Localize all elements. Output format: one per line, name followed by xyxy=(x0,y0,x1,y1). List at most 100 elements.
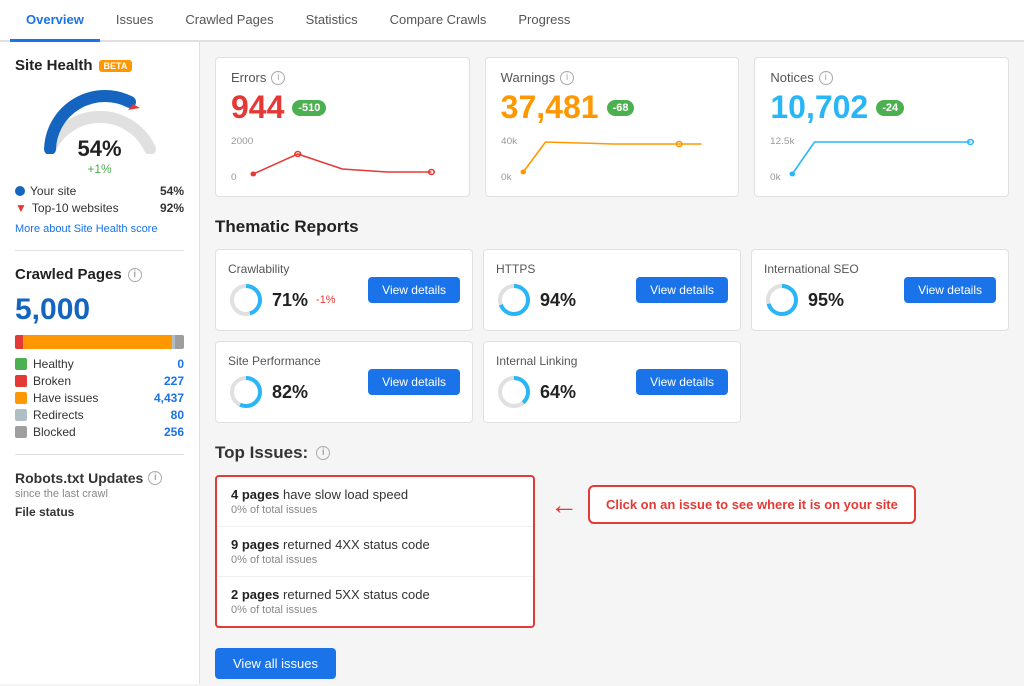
top10-arrow-icon: ▼ xyxy=(15,201,27,215)
site-performance-view-btn[interactable]: View details xyxy=(368,369,460,395)
annotation-arrow-icon: ← xyxy=(550,489,578,521)
svg-text:0k: 0k xyxy=(501,172,512,182)
crawled-pages-info-icon[interactable]: i xyxy=(128,268,142,282)
thematic-site-performance: Site Performance 82% View details xyxy=(215,341,473,423)
notices-badge: -24 xyxy=(876,100,904,116)
international-seo-donut xyxy=(764,282,800,318)
top-issues-info-icon[interactable]: i xyxy=(316,446,330,460)
tab-overview[interactable]: Overview xyxy=(10,0,100,42)
metrics-row: Errors i 944 -510 2000 0 xyxy=(215,57,1009,197)
thematic-crawlability: Crawlability 71% -1% View details xyxy=(215,249,473,331)
divider-1 xyxy=(15,250,184,251)
healthy-color xyxy=(15,358,27,370)
legend-have-issues: Have issues 4,437 xyxy=(15,391,184,405)
notices-label: Notices i xyxy=(770,70,993,85)
bar-issues xyxy=(23,335,173,349)
crawlability-view-btn[interactable]: View details xyxy=(368,277,460,303)
warnings-value: 37,481 -68 xyxy=(501,89,724,126)
site-health-title: Site Health BETA xyxy=(15,57,184,74)
errors-chart: 2000 0 xyxy=(231,134,454,184)
thematic-grid: Crawlability 71% -1% View details xyxy=(215,249,1009,423)
more-site-health-link[interactable]: More about Site Health score xyxy=(15,223,184,235)
legend-redirects: Redirects 80 xyxy=(15,408,184,422)
issues-list-container: 4 pages have slow load speed 0% of total… xyxy=(215,475,535,679)
svg-text:2000: 2000 xyxy=(231,136,253,146)
arrow-annotation: ← Click on an issue to see where it is o… xyxy=(550,485,916,524)
tab-issues[interactable]: Issues xyxy=(100,0,170,42)
legend-broken: Broken 227 xyxy=(15,374,184,388)
robots-info-icon[interactable]: i xyxy=(148,471,162,485)
gauge-change: +1% xyxy=(77,162,121,176)
warnings-card: Warnings i 37,481 -68 40k 0k xyxy=(485,57,740,197)
issues-row: 4 pages have slow load speed 0% of total… xyxy=(215,475,1009,679)
errors-badge: -510 xyxy=(292,100,326,116)
crawled-legend: Healthy 0 Broken 227 Have issues 4,437 R… xyxy=(15,357,184,439)
issue-item-1[interactable]: 4 pages have slow load speed 0% of total… xyxy=(217,477,533,527)
redirects-color xyxy=(15,409,27,421)
tab-compare-crawls[interactable]: Compare Crawls xyxy=(374,0,503,42)
thematic-reports-title: Thematic Reports xyxy=(215,217,1009,237)
warnings-info-icon[interactable]: i xyxy=(560,71,574,85)
robots-subtitle: since the last crawl xyxy=(15,488,184,500)
svg-text:0: 0 xyxy=(231,172,237,182)
https-donut xyxy=(496,282,532,318)
main-content: Errors i 944 -510 2000 0 xyxy=(200,42,1024,684)
thematic-internal-linking: Internal Linking 64% View details xyxy=(483,341,741,423)
top-issues-section: Top Issues: i 4 pages have slow load spe… xyxy=(215,443,1009,679)
tab-statistics[interactable]: Statistics xyxy=(290,0,374,42)
blocked-color xyxy=(15,426,27,438)
notices-card: Notices i 10,702 -24 12.5k 0k xyxy=(754,57,1009,197)
view-all-issues-btn[interactable]: View all issues xyxy=(215,648,336,679)
warnings-badge: -68 xyxy=(607,100,635,116)
site-performance-donut xyxy=(228,374,264,410)
top-issues-header: Top Issues: i xyxy=(215,443,1009,463)
thematic-https: HTTPS 94% View details xyxy=(483,249,741,331)
issue-item-3[interactable]: 2 pages returned 5XX status code 0% of t… xyxy=(217,577,533,626)
internal-linking-donut xyxy=(496,374,532,410)
https-view-btn[interactable]: View details xyxy=(636,277,728,303)
your-site-dot xyxy=(15,186,25,196)
notices-info-icon[interactable]: i xyxy=(819,71,833,85)
crawled-pages-count: 5,000 xyxy=(15,293,184,327)
notices-chart: 12.5k 0k xyxy=(770,134,993,184)
tabs-nav: Overview Issues Crawled Pages Statistics… xyxy=(0,0,1024,42)
gauge-percent: 54% xyxy=(77,136,121,162)
tab-progress[interactable]: Progress xyxy=(502,0,586,42)
errors-value: 944 -510 xyxy=(231,89,454,126)
main-layout: Site Health BETA 54% +1% xyxy=(0,42,1024,684)
legend-healthy: Healthy 0 xyxy=(15,357,184,371)
thematic-reports-section: Thematic Reports Crawlability 71% -1% xyxy=(215,217,1009,423)
notices-value: 10,702 -24 xyxy=(770,89,993,126)
svg-text:12.5k: 12.5k xyxy=(770,136,795,146)
top10-row: ▼ Top-10 websites 92% xyxy=(15,201,184,215)
your-site-row: Your site 54% xyxy=(15,184,184,198)
divider-2 xyxy=(15,454,184,455)
thematic-international-seo: International SEO 95% View details xyxy=(751,249,1009,331)
crawlability-donut xyxy=(228,282,264,318)
sidebar: Site Health BETA 54% +1% xyxy=(0,42,200,684)
crawled-pages-title: Crawled Pages i xyxy=(15,266,184,283)
legend-blocked: Blocked 256 xyxy=(15,425,184,439)
errors-label: Errors i xyxy=(231,70,454,85)
site-health-legend: Your site 54% ▼ Top-10 websites 92% xyxy=(15,184,184,215)
site-health-section: Site Health BETA 54% +1% xyxy=(15,57,184,235)
annotation-box: Click on an issue to see where it is on … xyxy=(588,485,916,524)
broken-color xyxy=(15,375,27,387)
robots-file-status: File status xyxy=(15,505,184,519)
errors-info-icon[interactable]: i xyxy=(271,71,285,85)
warnings-chart: 40k 0k xyxy=(501,134,724,184)
warnings-label: Warnings i xyxy=(501,70,724,85)
internal-linking-view-btn[interactable]: View details xyxy=(636,369,728,395)
svg-text:40k: 40k xyxy=(501,136,517,146)
bar-blocked xyxy=(175,335,184,349)
beta-badge: BETA xyxy=(99,60,133,72)
international-seo-view-btn[interactable]: View details xyxy=(904,277,996,303)
robots-section: Robots.txt Updates i since the last craw… xyxy=(15,470,184,519)
tab-crawled-pages[interactable]: Crawled Pages xyxy=(169,0,289,42)
have-issues-color xyxy=(15,392,27,404)
robots-title: Robots.txt Updates i xyxy=(15,470,184,486)
issue-item-2[interactable]: 9 pages returned 4XX status code 0% of t… xyxy=(217,527,533,577)
issues-list: 4 pages have slow load speed 0% of total… xyxy=(215,475,535,628)
crawled-pages-section: Crawled Pages i 5,000 Healthy 0 Broken xyxy=(15,266,184,439)
errors-card: Errors i 944 -510 2000 0 xyxy=(215,57,470,197)
